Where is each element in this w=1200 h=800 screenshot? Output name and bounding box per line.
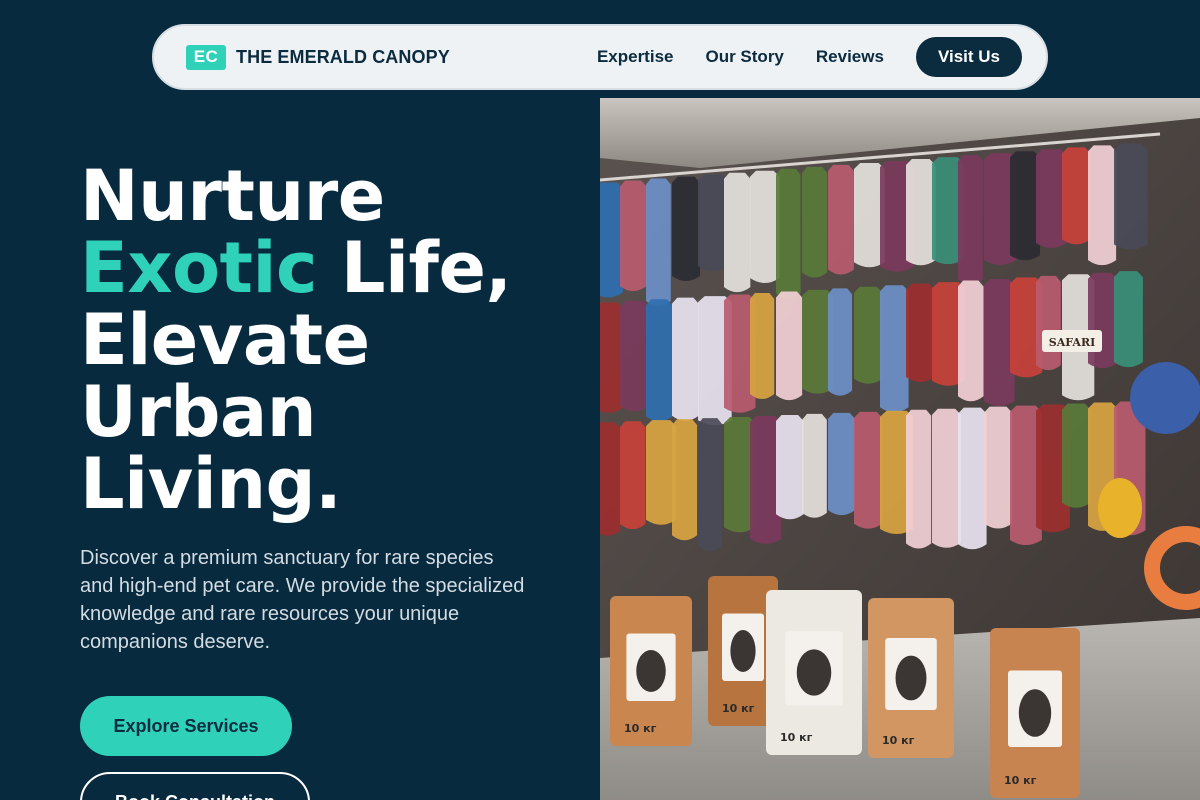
hanging-garment: [958, 407, 987, 550]
hanging-garment: [958, 280, 984, 402]
hanging-garment: [646, 299, 673, 422]
hanging-garment: [750, 293, 775, 399]
svg-text:SAFARI: SAFARI: [1049, 336, 1095, 349]
hanging-garment: [750, 170, 780, 284]
hero-title: Nurture Exotic Life, Elevate Urban Livin…: [80, 160, 512, 520]
nav-link-expertise[interactable]: Expertise: [597, 47, 674, 67]
hanging-garment: [1062, 147, 1091, 245]
food-bag: 10 кг: [868, 598, 954, 758]
hero-title-line-3: Elevate: [80, 299, 370, 381]
hanging-garment: [1114, 271, 1143, 368]
hanging-garment: [1088, 145, 1117, 266]
hanging-garment: [672, 176, 701, 282]
hero-title-line-2-rest: Life,: [317, 227, 512, 309]
hanging-garment: [906, 283, 935, 382]
plush-toy: [1098, 478, 1142, 538]
hanging-garment: [854, 286, 883, 384]
hero-photo-pet-shop: 10 кг 10 кг 10 кг 10 кг 10 кг SAFARI: [600, 98, 1200, 800]
hanging-garment: [906, 159, 936, 266]
pet-shop-illustration: 10 кг 10 кг 10 кг 10 кг 10 кг SAFARI: [600, 98, 1200, 800]
bag-weight-label: 10 кг: [1004, 774, 1037, 787]
hanging-garment: [958, 155, 983, 285]
hanging-garment: [1036, 275, 1061, 371]
food-bag: 10 кг: [990, 628, 1080, 798]
explore-services-button[interactable]: Explore Services: [80, 696, 292, 756]
hero-title-accent: Exotic: [80, 227, 318, 309]
blue-ball-toy: [1130, 362, 1200, 434]
top-navigation: EC THE EMERALD CANOPY Expertise Our Stor…: [152, 24, 1048, 90]
hanging-garment: [698, 174, 729, 272]
book-consultation-button[interactable]: Book Consultation: [80, 772, 310, 800]
hanging-garment: [802, 166, 828, 278]
hero-title-line-2: Exotic Life,: [80, 232, 512, 304]
hero-title-line-5: Living.: [80, 443, 342, 525]
hanging-garment: [776, 414, 804, 520]
hanging-garment: [880, 285, 909, 413]
brand-logo-mark: EC: [186, 44, 226, 70]
hanging-garment: [724, 172, 751, 293]
hanging-garment: [600, 302, 623, 413]
hanging-garment: [1062, 403, 1091, 508]
hero-description: Discover a premium sanctuary for rare sp…: [80, 547, 525, 653]
nav-link-our-story[interactable]: Our Story: [705, 47, 783, 67]
hanging-garment: [1088, 272, 1117, 369]
bag-weight-label: 10 кг: [882, 734, 915, 747]
hanging-garment: [776, 291, 803, 401]
hanging-garment: [600, 422, 621, 536]
hanging-garment: [620, 300, 649, 412]
hanging-garment: [1114, 143, 1148, 250]
hanging-garment: [776, 168, 801, 299]
hanging-garment: [906, 409, 932, 549]
hanging-garment: [828, 164, 854, 275]
food-bag: 10 кг: [766, 590, 862, 755]
bag-weight-label: 10 кг: [624, 722, 657, 735]
brand[interactable]: EC THE EMERALD CANOPY: [186, 44, 450, 70]
hanging-garment: [984, 406, 1013, 529]
hanging-garment: [854, 411, 883, 529]
hanging-garment: [672, 419, 698, 541]
nav-links: Expertise Our Story Reviews Visit Us: [597, 37, 1022, 77]
hanging-garment: [1010, 151, 1041, 261]
safari-tag: SAFARI: [1042, 330, 1102, 352]
hanging-garment: [672, 297, 699, 421]
hero-title-line-1: Nurture: [80, 155, 385, 237]
visit-us-button[interactable]: Visit Us: [915, 37, 1022, 77]
hanging-garment: [646, 178, 671, 306]
hanging-garment: [1036, 149, 1067, 249]
bag-weight-label: 10 кг: [722, 702, 755, 715]
bag-weight-label: 10 кг: [780, 731, 813, 744]
hanging-garment: [932, 408, 961, 548]
hero-title-line-4: Urban: [80, 371, 317, 453]
hanging-garment: [646, 420, 677, 525]
hanging-garment: [698, 418, 723, 551]
hanging-garment: [620, 421, 646, 530]
hanging-garment: [620, 180, 647, 292]
hanging-garment: [828, 288, 853, 396]
hanging-garment: [600, 182, 623, 298]
brand-name: THE EMERALD CANOPY: [236, 46, 450, 67]
food-bag: 10 кг: [610, 596, 692, 746]
hanging-garment: [802, 413, 827, 518]
nav-link-reviews[interactable]: Reviews: [816, 47, 884, 67]
hanging-garment: [828, 412, 856, 516]
